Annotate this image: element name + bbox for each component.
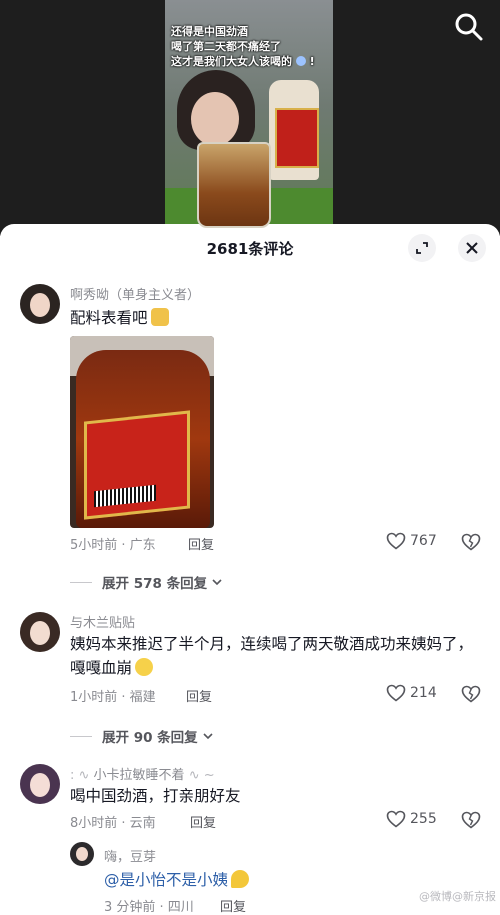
- comment-username[interactable]: : ∿ 小卡拉敏睡不着 ∿ ~: [70, 764, 215, 783]
- dislike-button[interactable]: [461, 685, 481, 707]
- hand-emoji-icon: [231, 870, 250, 888]
- video-person-face: [191, 92, 239, 146]
- expand-icon: [416, 242, 428, 254]
- dislike-button[interactable]: [461, 811, 481, 833]
- like-count: 255: [410, 811, 437, 827]
- chevron-down-icon: [212, 579, 222, 586]
- dizzy-face-emoji-icon: [135, 658, 154, 676]
- search-button[interactable]: [452, 10, 486, 44]
- comment-meta: 1小时前 · 福建: [70, 690, 156, 705]
- comment-username[interactable]: 啊秀呦（单身主义者）: [70, 284, 200, 303]
- cat-emoji-icon: [150, 308, 169, 326]
- video-player[interactable]: 还得是中国劲酒 喝了第二天都不痛经了 这才是我们大女人该喝的 !: [0, 0, 500, 236]
- video-caption: 还得是中国劲酒 喝了第二天都不痛经了 这才是我们大女人该喝的 !: [171, 24, 315, 69]
- broken-heart-icon: [461, 685, 481, 703]
- comment-text: 喝中国劲酒，打亲朋好友: [70, 787, 241, 805]
- avatar[interactable]: [20, 612, 60, 652]
- watermark: @微博@新京报: [419, 890, 496, 903]
- comment-text: 配料表看吧: [70, 306, 480, 330]
- video-bottle-label: [275, 108, 319, 168]
- comment-meta: 8小时前 · 云南: [70, 816, 156, 831]
- reply-button[interactable]: 回复: [220, 896, 246, 915]
- close-icon: [466, 242, 478, 254]
- like-count: 767: [410, 533, 437, 549]
- comment-username[interactable]: 与木兰贴贴: [70, 612, 135, 631]
- broken-heart-icon: [461, 811, 481, 829]
- dislike-button[interactable]: [461, 533, 481, 555]
- reply-meta: 3 分钟前 · 四川: [104, 900, 194, 915]
- heart-icon: [386, 684, 406, 702]
- expand-replies-button[interactable]: 展开 578 条回复: [70, 572, 224, 592]
- avatar[interactable]: [20, 764, 60, 804]
- comment-image[interactable]: [70, 336, 214, 528]
- avatar[interactable]: [20, 284, 60, 324]
- reply-avatar[interactable]: [70, 842, 94, 866]
- comment-meta: 5小时前 · 广东: [70, 538, 156, 553]
- reply-button[interactable]: 回复: [186, 686, 212, 705]
- caption-line-2: 喝了第二天都不痛经了: [171, 40, 281, 53]
- expand-replies-button[interactable]: 展开 90 条回复: [70, 726, 215, 746]
- like-button[interactable]: 255: [386, 810, 437, 828]
- reply-button[interactable]: 回复: [190, 812, 216, 831]
- mention-link[interactable]: @是小怡不是小姨: [104, 871, 228, 889]
- like-count: 214: [410, 685, 437, 701]
- like-button[interactable]: 214: [386, 684, 437, 702]
- video-frame: 还得是中国劲酒 喝了第二天都不痛经了 这才是我们大女人该喝的 !: [165, 0, 333, 236]
- video-glass: [197, 142, 271, 228]
- search-icon: [455, 13, 483, 41]
- heart-icon: [386, 532, 406, 550]
- comment-text: 姨妈本来推迟了半个月，连续喝了两天敬酒成功来姨妈了，嘎嘎血崩: [70, 635, 474, 677]
- heart-icon: [386, 810, 406, 828]
- expand-sheet-button[interactable]: [408, 234, 436, 262]
- caption-line-3: 这才是我们大女人该喝的 !: [171, 55, 315, 68]
- chevron-down-icon: [203, 733, 213, 740]
- caption-line-1: 还得是中国劲酒: [171, 25, 248, 38]
- close-sheet-button[interactable]: [458, 234, 486, 262]
- broken-heart-icon: [461, 533, 481, 551]
- comments-sheet: 2681条评论 啊秀呦（单身主义者） 配料表看吧 5小时前 · 广东 回复 76…: [0, 224, 500, 915]
- like-button[interactable]: 767: [386, 532, 437, 550]
- reply-username[interactable]: 嗨，豆芽: [104, 846, 156, 865]
- reply-button[interactable]: 回复: [188, 534, 214, 553]
